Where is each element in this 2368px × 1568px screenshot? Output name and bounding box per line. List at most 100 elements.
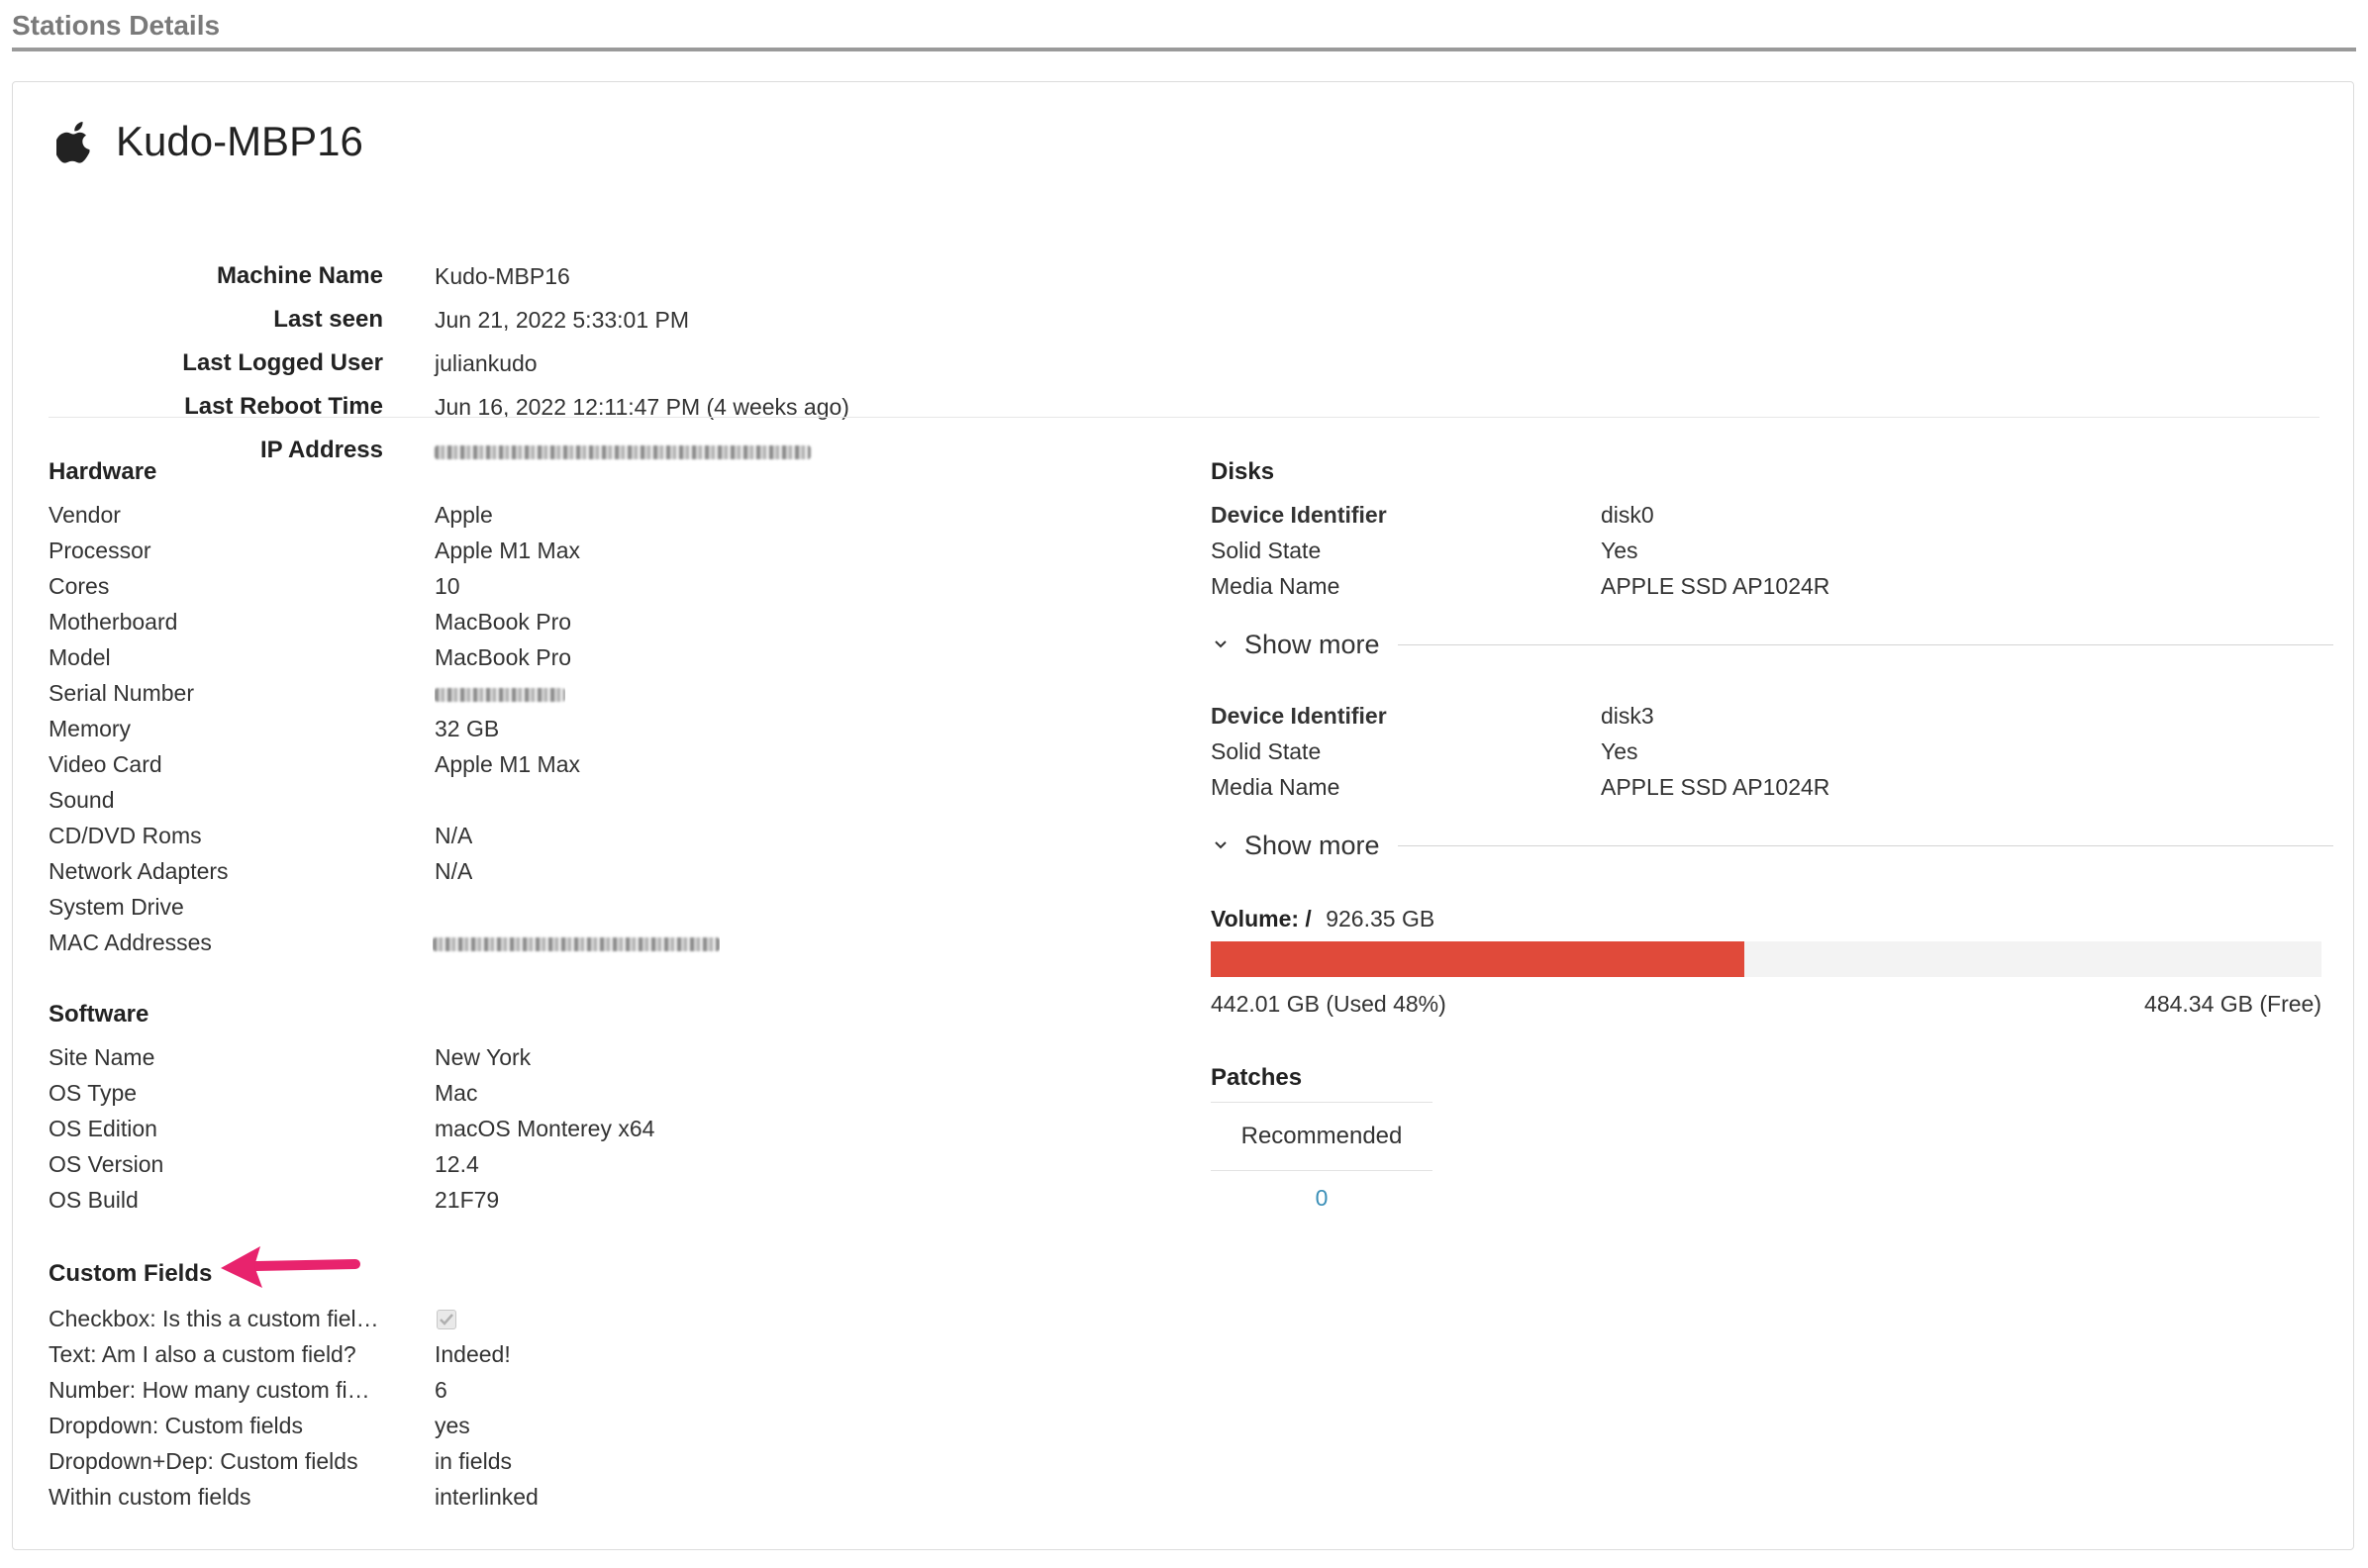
disk-label: Media Name — [1211, 573, 1340, 599]
machine-heading: Kudo-MBP16 — [56, 112, 363, 171]
volume-size: 926.35 GB — [1326, 906, 1435, 931]
mac-addresses-redacted — [433, 930, 720, 956]
summary-value: Jun 16, 2022 12:11:47 PM (4 weeks ago) — [435, 394, 849, 420]
disk-label: Device Identifier — [1211, 502, 1387, 528]
custom-field-label: Checkbox: Is this a custom fiel… — [49, 1306, 379, 1331]
custom-field-label: Within custom fields — [49, 1484, 251, 1510]
volume-used: 442.01 GB (Used 48%) — [1211, 991, 1446, 1017]
hardware-value: N/A — [435, 823, 473, 848]
custom-field-label: Text: Am I also a custom field? — [49, 1341, 356, 1367]
show-more-label: Show more — [1244, 629, 1380, 659]
software-label: OS Edition — [49, 1116, 157, 1141]
hardware-label: MAC Addresses — [49, 930, 212, 955]
serial-number-redacted — [435, 680, 565, 707]
summary-label: Last Logged User — [182, 349, 383, 376]
disk-value: Yes — [1601, 538, 1638, 563]
custom-field-value: yes — [435, 1413, 470, 1438]
custom-field-checkbox[interactable] — [437, 1310, 456, 1329]
apple-logo-icon — [56, 122, 90, 163]
hardware-label: Cores — [49, 573, 110, 599]
show-more-toggle[interactable]: Show more — [1211, 625, 2333, 664]
show-more-label: Show more — [1244, 830, 1380, 860]
summary-row-last-logged-user: Last Logged User juliankudo — [13, 342, 904, 385]
summary-row-machine-name: Machine Name Kudo-MBP16 — [13, 254, 904, 298]
chevron-down-icon — [1215, 640, 1227, 648]
software-value: 12.4 — [435, 1151, 479, 1177]
hardware-value: Apple M1 Max — [435, 538, 581, 563]
disk-value: APPLE SSD AP1024R — [1601, 573, 1830, 599]
volume-free: 484.34 GB (Free) — [2144, 991, 2321, 1017]
hardware-label: Vendor — [49, 502, 121, 528]
patches-column-recommended: Recommended — [1211, 1102, 1432, 1171]
hardware-value: MacBook Pro — [435, 609, 572, 635]
machine-title: Kudo-MBP16 — [116, 118, 363, 164]
custom-field-label: Number: How many custom fi… — [49, 1377, 370, 1403]
software-label: OS Type — [49, 1080, 138, 1106]
custom-field-value: in fields — [435, 1448, 512, 1474]
page-title: Stations Details — [12, 10, 221, 41]
software-value: New York — [435, 1044, 532, 1070]
summary-row-last-seen: Last seen Jun 21, 2022 5:33:01 PM — [13, 298, 904, 342]
hardware-heading: Hardware — [49, 458, 157, 485]
software-value: Mac — [435, 1080, 478, 1106]
custom-field-label: Dropdown: Custom fields — [49, 1413, 303, 1438]
disk-label: Media Name — [1211, 774, 1340, 800]
volume-label: Volume: / 926.35 GB — [1211, 906, 1434, 932]
volume-usage-fill — [1211, 941, 1744, 977]
disk-value: disk3 — [1601, 703, 1654, 729]
hardware-value: 10 — [435, 573, 460, 599]
divider-line — [1397, 643, 2333, 645]
hardware-value: N/A — [435, 858, 473, 884]
patches-recommended-count[interactable]: 0 — [1211, 1185, 1432, 1212]
software-label: OS Version — [49, 1151, 164, 1177]
hardware-label: Model — [49, 644, 111, 670]
disk-value: APPLE SSD AP1024R — [1601, 774, 1830, 800]
hardware-value: Apple — [435, 502, 493, 528]
hardware-value: MacBook Pro — [435, 644, 572, 670]
custom-field-label: Dropdown+Dep: Custom fields — [49, 1448, 358, 1474]
hardware-label: Serial Number — [49, 680, 194, 706]
disk-label: Solid State — [1211, 538, 1322, 563]
volume-usage-bar — [1211, 941, 2321, 977]
divider-line — [1397, 844, 2333, 846]
summary-label: Last Reboot Time — [184, 393, 383, 420]
custom-field-value: 6 — [435, 1377, 447, 1403]
custom-fields-heading: Custom Fields — [49, 1260, 213, 1287]
station-details-card: Kudo-MBP16 Machine Name Kudo-MBP16 Last … — [12, 81, 2354, 1550]
hardware-label: Processor — [49, 538, 151, 563]
section-divider — [49, 417, 2319, 418]
checkmark-icon — [440, 1314, 453, 1325]
summary-value: Jun 21, 2022 5:33:01 PM — [435, 307, 690, 333]
software-value: 21F79 — [435, 1187, 500, 1213]
hardware-label: CD/DVD Roms — [49, 823, 202, 848]
hardware-value: Apple M1 Max — [435, 751, 581, 777]
patches-heading: Patches — [1211, 1064, 1303, 1091]
hardware-label: Video Card — [49, 751, 162, 777]
chevron-down-icon — [1215, 841, 1227, 849]
hardware-label: System Drive — [49, 894, 184, 920]
page-header: Stations Details — [12, 6, 2356, 51]
disk-value: disk0 — [1601, 502, 1654, 528]
software-label: Site Name — [49, 1044, 155, 1070]
summary-label: Last seen — [273, 306, 383, 333]
software-value: macOS Monterey x64 — [435, 1116, 655, 1141]
summary-label: Machine Name — [216, 262, 383, 289]
annotation-arrow-icon — [221, 1246, 360, 1288]
summary-value: juliankudo — [435, 350, 538, 376]
hardware-label: Memory — [49, 716, 132, 741]
hardware-label: Network Adapters — [49, 858, 229, 884]
show-more-toggle[interactable]: Show more — [1211, 826, 2333, 865]
hardware-label: Motherboard — [49, 609, 178, 635]
hardware-value: 32 GB — [435, 716, 500, 741]
disk-value: Yes — [1601, 738, 1638, 764]
custom-field-value: Indeed! — [435, 1341, 511, 1367]
software-heading: Software — [49, 1001, 149, 1028]
disk-label: Solid State — [1211, 738, 1322, 764]
summary-value: Kudo-MBP16 — [435, 263, 570, 289]
software-label: OS Build — [49, 1187, 139, 1213]
ip-address-redacted — [435, 429, 811, 472]
disk-label: Device Identifier — [1211, 703, 1387, 729]
custom-field-value: interlinked — [435, 1484, 539, 1510]
volume-name: Volume: / — [1211, 906, 1312, 931]
summary-row-last-reboot-time: Last Reboot Time Jun 16, 2022 12:11:47 P… — [13, 385, 904, 429]
